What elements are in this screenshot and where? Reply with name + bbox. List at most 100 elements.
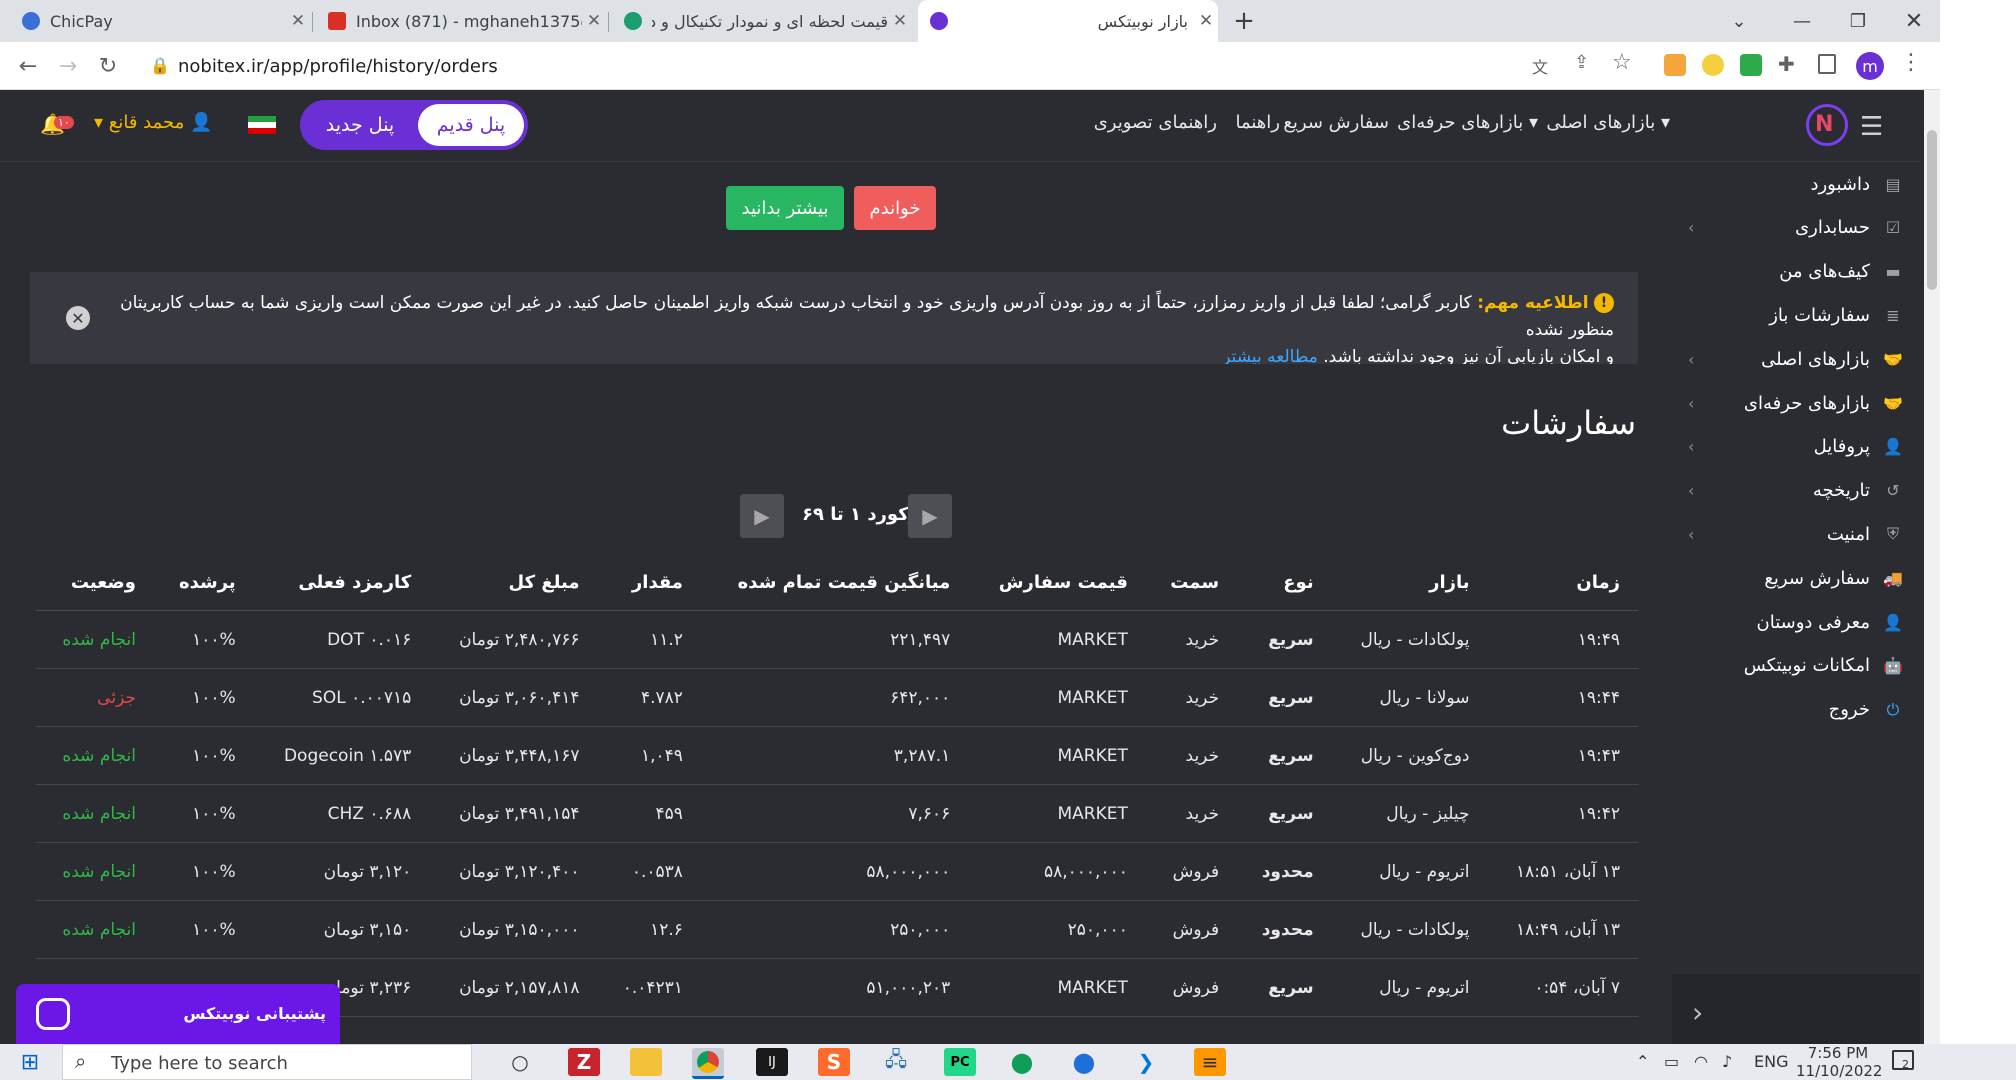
table-cell: انجام شده [36,900,154,959]
nav-quick-order[interactable]: سفارش سریع [1283,112,1389,133]
green-app-icon[interactable]: ⬤ [1006,1048,1038,1076]
vscode-icon[interactable]: ❯ [1130,1048,1162,1076]
sidebar-item[interactable]: امکانات نوبیتکس 🤖 [1682,646,1903,686]
orders-table: زمان بازار نوع سمت قیمت سفارش میانگین قیمت تم… [36,554,1638,1017]
taskbar-search-box[interactable]: ⌕ Type here to search [62,1044,472,1080]
forward-arrow-icon[interactable]: → [52,50,84,82]
tray-chevron-icon[interactable]: ⌃ [1636,1052,1649,1071]
read-button[interactable]: خواندم [854,186,936,230]
close-tab-icon[interactable]: ✕ [286,11,310,31]
table-cell: اتریوم - ریال [1331,958,1488,1017]
sidebar-item[interactable]: حسابداری ☑ ‹ [1674,208,1902,248]
close-tab-icon[interactable]: ✕ [582,11,606,31]
sidebar-item[interactable]: تاریخچه ↺ ‹ [1674,471,1902,511]
side-panel-icon[interactable] [1818,54,1836,74]
sidebar-item-label: بازارهای حرفه‌ای [1743,392,1870,414]
next-page-button[interactable]: ▶ [740,494,784,538]
sidebar-item[interactable]: معرفی دوستان 👤 [1682,602,1902,642]
close-tab-icon[interactable]: ✕ [1194,11,1218,31]
tab-chart-site[interactable]: قیمت لحظه ای و نمودار تکنیکال و د ✕ [612,0,912,42]
new-tab-button[interactable]: + [1224,0,1264,42]
table-cell: چیلیز - ریال [1331,784,1488,843]
maximize-button[interactable]: ❐ [1830,0,1886,42]
close-window-button[interactable]: ✕ [1886,0,1942,42]
nav-main-markets[interactable]: بازارهای اصلی ▾ [1546,112,1670,133]
tab-nobitex[interactable]: بازار نوبیتکس ✕ [918,0,1218,42]
extensions-puzzle-icon[interactable]: ✚ [1778,52,1795,76]
hamburger-menu-icon[interactable]: ☰ [1860,112,1883,142]
old-panel-button[interactable]: پنل قدیم [418,104,524,146]
profile-avatar[interactable]: m [1856,52,1884,80]
browser-menu-icon[interactable]: ⋮ [1900,50,1922,75]
table-cell: ۱۹:۴۲ [1487,784,1638,843]
sidebar-item-label: کیف‌های من [1779,261,1870,283]
file-explorer-icon[interactable] [630,1048,662,1076]
notification-bell[interactable]: 🔔 ۱۰ [40,112,74,136]
action-center-icon[interactable]: 2 [1892,1050,1914,1071]
task-view-icon[interactable]: ○ [504,1048,536,1076]
wifi-icon[interactable]: ◠ [1694,1052,1708,1071]
sidebar-item[interactable]: سفارش سریع 🚚 [1682,558,1903,598]
language-indicator[interactable]: ENG [1754,1052,1788,1071]
table-cell: سریع [1237,784,1332,843]
sidebar-item[interactable]: سفارشات باز ≣ [1682,295,1902,335]
tab-search-icon[interactable]: ⌄ [1716,0,1762,42]
extension-orange-icon[interactable] [1664,54,1686,76]
iran-flag-icon[interactable] [248,116,276,134]
extension-yellow-icon[interactable] [1702,54,1724,76]
sidebar-item-label: سفارش سریع [1764,567,1870,589]
sidebar-item[interactable]: بازارهای اصلی 🤝 ‹ [1674,339,1903,379]
windows-start-icon[interactable]: ⊞ [14,1048,46,1076]
tab-chicpay[interactable]: ChicPay ✕ [10,0,310,42]
table-cell: انجام شده [36,842,154,901]
sidebar-item[interactable]: بازارهای حرفه‌ای 🤝 ‹ [1674,383,1903,423]
sublime-s-icon[interactable]: S [818,1048,850,1076]
table-cell: دوج‌کوین - ریال [1331,726,1488,785]
learn-more-button[interactable]: بیشتر بدانید [726,186,844,230]
nav-pro-markets[interactable]: بازارهای حرفه‌ای ▾ [1397,112,1538,133]
support-chat-widget[interactable]: پشتیبانی نوبیتکس [16,984,340,1046]
share-icon[interactable]: ⇪ [1574,52,1589,73]
nav-visual-guide[interactable]: راهنمای تصویری [1094,112,1217,133]
user-menu[interactable]: ▾ محمد قانع 👤 [94,112,212,133]
robot-icon: 🤖 [1883,656,1903,676]
extension-green-icon[interactable] [1740,54,1762,76]
back-arrow-icon[interactable]: ← [12,50,44,82]
sidebar-item[interactable]: داشبورد ▤ [1682,164,1902,204]
scrollbar-thumb[interactable] [1927,130,1937,290]
sidebar-item-label: معرفی دوستان [1756,611,1870,633]
tab-gmail[interactable]: Inbox (871) - mghaneh1375@gm ✕ [316,0,606,42]
network-app-icon[interactable]: 🖧 [880,1047,912,1076]
close-tab-icon[interactable]: ✕ [888,11,912,31]
sidebar-collapse-icon[interactable]: › [1692,996,1703,1029]
table-cell: ۵۸,۰۰۰,۰۰۰ [968,842,1146,901]
previous-page-button[interactable]: ▶ [908,494,952,538]
blue-app-icon[interactable]: ⬤ [1068,1048,1100,1076]
bookmark-star-icon[interactable]: ☆ [1612,50,1632,75]
search-icon: ⌕ [75,1049,87,1073]
nav-guide[interactable]: راهنما [1235,112,1280,133]
filezilla-icon[interactable]: Z [568,1048,600,1076]
table-cell: سریع [1237,610,1332,669]
sidebar-item[interactable]: امنیت ⛨ ‹ [1674,514,1902,554]
close-alert-icon[interactable]: ✕ [66,306,90,330]
panel-switch[interactable]: پنل قدیم پنل جدید [300,100,528,150]
translate-icon[interactable]: 文 [1532,54,1554,77]
reload-icon[interactable]: ↻ [92,50,124,82]
sidebar-item[interactable]: پروفایل 👤 ‹ [1674,427,1903,467]
sidebar-item[interactable]: خروج ⏻ [1682,690,1902,730]
nobitex-logo[interactable]: N [1806,104,1848,146]
pycharm-icon[interactable]: PC [944,1048,976,1076]
sublime-text-icon[interactable]: ≡ [1194,1048,1226,1076]
new-panel-button[interactable]: پنل جدید [310,104,410,146]
page-scrollbar[interactable] [1924,90,1940,1054]
clock[interactable]: 7:56 PM 11/10/2022 [1796,1044,1882,1080]
battery-icon[interactable]: ▭ [1664,1052,1679,1071]
minimize-button[interactable]: — [1774,0,1830,42]
intellij-icon[interactable]: IJ [756,1048,788,1076]
sidebar-item[interactable]: کیف‌های من ▬ [1682,252,1902,292]
chrome-icon[interactable] [692,1048,724,1079]
volume-icon[interactable]: ♪ [1722,1052,1732,1071]
address-bar[interactable]: 🔒 nobitex.ir/app/profile/history/orders [138,48,1638,84]
browser-tab-strip: ChicPay ✕ Inbox (871) - mghaneh1375@gm ✕… [0,0,1940,42]
